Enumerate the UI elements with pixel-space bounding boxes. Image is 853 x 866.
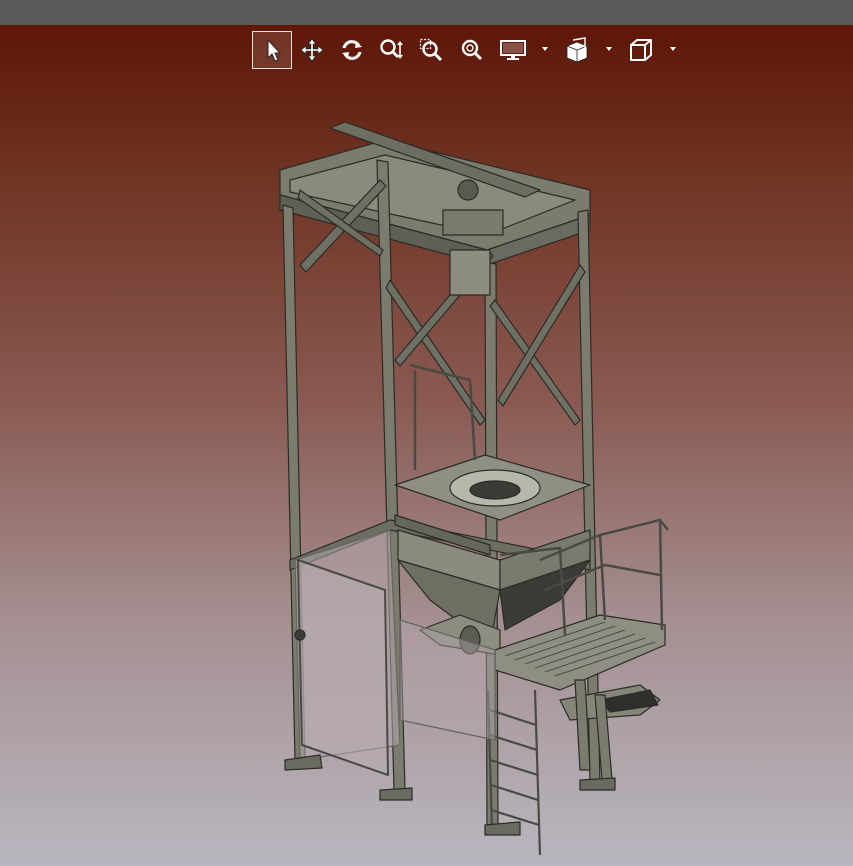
section-view-dropdown[interactable] <box>556 31 620 69</box>
chevron-down-icon <box>670 47 676 51</box>
3d-viewport[interactable] <box>0 25 853 866</box>
section-cube-icon <box>566 37 588 63</box>
zoom-window-icon <box>419 38 443 62</box>
cursor-arrow-icon <box>267 38 282 62</box>
monitor-icon <box>500 40 526 60</box>
display-style-dropdown[interactable] <box>492 31 556 69</box>
rotate-icon <box>342 40 362 60</box>
window-titlebar <box>0 0 853 25</box>
view-toolbar <box>252 30 684 70</box>
zoom-window-button[interactable] <box>412 31 452 69</box>
zoom-in-out-icon <box>380 39 403 59</box>
chevron-down-icon <box>606 47 612 51</box>
pan-tool-button[interactable] <box>292 31 332 69</box>
cube-view-icon <box>630 39 652 61</box>
chevron-down-icon <box>542 47 548 51</box>
zoom-fit-icon <box>461 39 483 61</box>
3d-model-big-bag-discharger[interactable] <box>0 25 853 866</box>
standard-views-dropdown[interactable] <box>620 31 684 69</box>
zoom-fit-button[interactable] <box>452 31 492 69</box>
zoom-tool-button[interactable] <box>372 31 412 69</box>
move-arrows-icon <box>300 38 324 62</box>
select-tool-button[interactable] <box>252 31 292 69</box>
rotate-tool-button[interactable] <box>332 31 372 69</box>
